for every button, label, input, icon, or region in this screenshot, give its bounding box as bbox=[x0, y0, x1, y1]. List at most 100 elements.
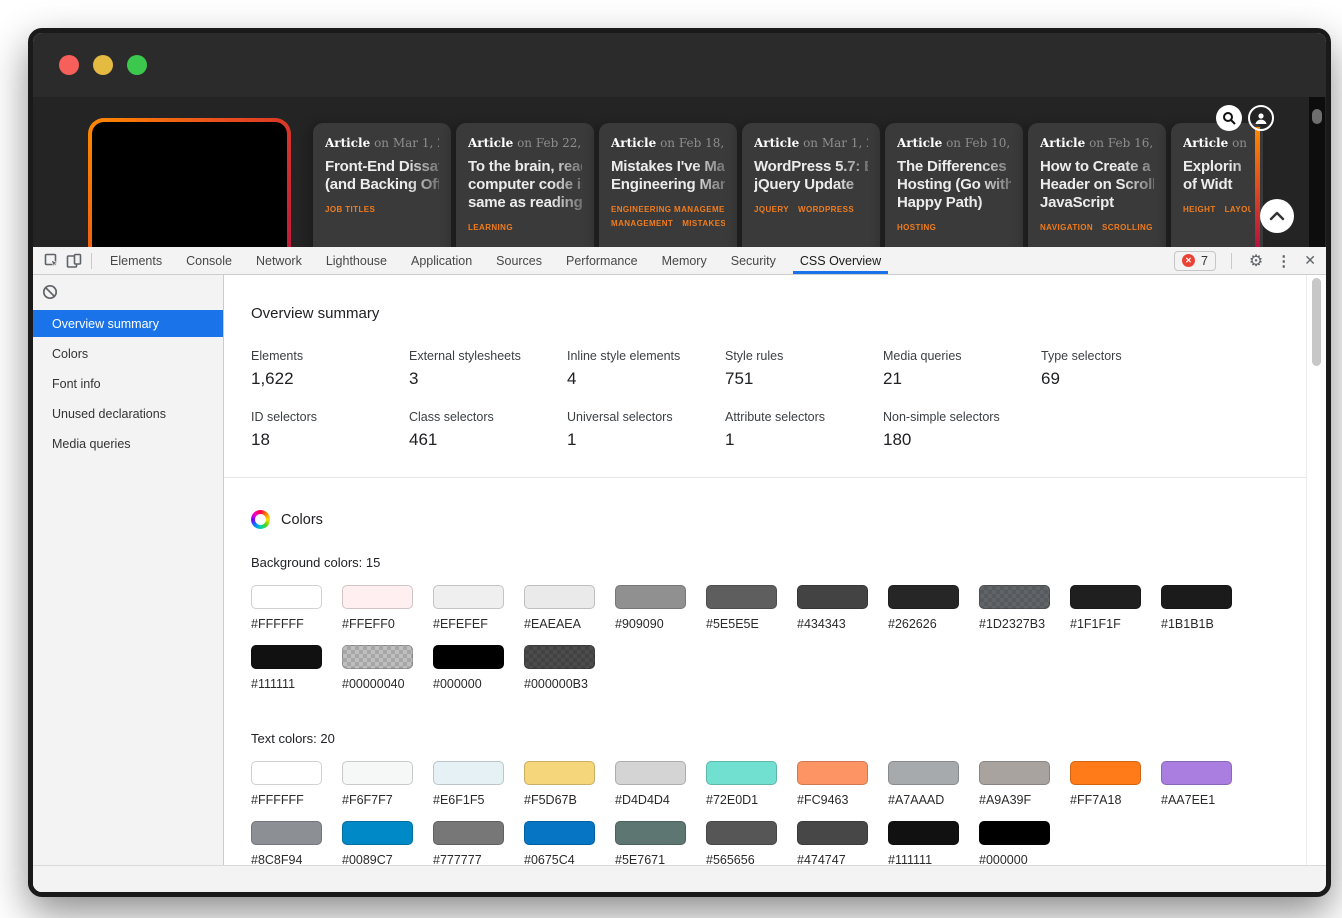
article-card[interactable]: Article on Feb 22, 20 To the brain, read… bbox=[456, 123, 594, 247]
article-tag[interactable]: WORDPRESS bbox=[798, 205, 854, 214]
sidebar-item-overview-summary[interactable]: Overview summary bbox=[33, 310, 223, 337]
settings-button[interactable]: ⚙ bbox=[1247, 251, 1265, 271]
device-toolbar-button[interactable] bbox=[63, 250, 85, 272]
close-window-button[interactable] bbox=[59, 55, 79, 75]
color-swatch[interactable] bbox=[615, 821, 686, 845]
minimize-window-button[interactable] bbox=[93, 55, 113, 75]
color-swatch[interactable] bbox=[706, 585, 777, 609]
article-title[interactable]: To the brain, readcomputer code issame a… bbox=[468, 158, 582, 212]
color-swatch[interactable] bbox=[251, 761, 322, 785]
article-tag[interactable]: ENGINEERING MANAGEMENT bbox=[611, 205, 725, 214]
article-title[interactable]: WordPress 5.7: BijQuery Update bbox=[754, 158, 868, 194]
tab-network[interactable]: Network bbox=[244, 247, 314, 274]
tab-memory[interactable]: Memory bbox=[650, 247, 719, 274]
color-swatch[interactable] bbox=[615, 761, 686, 785]
color-swatch[interactable] bbox=[615, 585, 686, 609]
scroll-top-button[interactable] bbox=[1260, 199, 1294, 233]
color-hex-label: #A7AAAD bbox=[888, 793, 959, 807]
color-swatch[interactable] bbox=[706, 761, 777, 785]
article-tag[interactable]: LEARNING bbox=[468, 223, 513, 232]
color-swatch[interactable] bbox=[979, 821, 1050, 845]
tab-console[interactable]: Console bbox=[174, 247, 244, 274]
color-swatch[interactable] bbox=[251, 821, 322, 845]
color-swatch[interactable] bbox=[1161, 761, 1232, 785]
sidebar-item-font-info[interactable]: Font info bbox=[33, 370, 223, 397]
color-swatch[interactable] bbox=[524, 645, 595, 669]
article-tag[interactable]: HOSTING bbox=[897, 223, 936, 232]
article-card[interactable]: Article on Feb 16, 20 How to Create a SH… bbox=[1028, 123, 1166, 247]
color-swatch[interactable] bbox=[251, 585, 322, 609]
color-swatch[interactable] bbox=[524, 821, 595, 845]
article-title[interactable]: How to Create a SHeader on Scroll VJavaS… bbox=[1040, 158, 1154, 212]
error-badge[interactable]: ✕ 7 bbox=[1174, 251, 1216, 271]
color-swatch[interactable] bbox=[433, 585, 504, 609]
color-swatch[interactable] bbox=[888, 761, 959, 785]
article-title[interactable]: Explorinof Widt bbox=[1183, 158, 1251, 194]
page-scrollbar[interactable] bbox=[1309, 97, 1325, 247]
color-swatch[interactable] bbox=[1070, 761, 1141, 785]
more-options-button[interactable]: ⋮ bbox=[1274, 252, 1293, 270]
article-tag[interactable]: JQUERY bbox=[754, 205, 789, 214]
color-swatch[interactable] bbox=[1070, 585, 1141, 609]
stat-value: 3 bbox=[409, 369, 567, 389]
article-card[interactable]: Article on Feb 18, 20 Mistakes I've MadE… bbox=[599, 123, 737, 247]
color-swatch[interactable] bbox=[433, 645, 504, 669]
color-swatch-item: #000000B3 bbox=[524, 645, 595, 691]
search-button[interactable] bbox=[1216, 105, 1242, 131]
page-scrollbar-thumb[interactable] bbox=[1312, 109, 1322, 124]
inspect-element-button[interactable] bbox=[41, 250, 63, 272]
article-card[interactable]: Article on Mar 1, 202 WordPress 5.7: Bij… bbox=[742, 123, 880, 247]
tab-performance[interactable]: Performance bbox=[554, 247, 650, 274]
article-tag[interactable]: NAVIGATION bbox=[1040, 223, 1093, 232]
color-swatch-item: #1B1B1B bbox=[1161, 585, 1232, 631]
tab-application[interactable]: Application bbox=[399, 247, 484, 274]
fullscreen-window-button[interactable] bbox=[127, 55, 147, 75]
color-swatch[interactable] bbox=[524, 585, 595, 609]
color-swatch[interactable] bbox=[888, 585, 959, 609]
article-title[interactable]: Front-End Dissati(and Backing Off) bbox=[325, 158, 439, 194]
article-tag[interactable]: SCROLLING bbox=[1102, 223, 1153, 232]
tab-lighthouse[interactable]: Lighthouse bbox=[314, 247, 399, 274]
article-title[interactable]: Mistakes I've MadEngineering Mana bbox=[611, 158, 725, 194]
article-tag[interactable]: MANAGEMENT bbox=[611, 219, 673, 228]
account-button[interactable] bbox=[1248, 105, 1274, 131]
article-tags: HOSTING bbox=[897, 223, 1011, 232]
content-scrollbar[interactable] bbox=[1306, 275, 1326, 865]
color-swatch[interactable] bbox=[433, 761, 504, 785]
tab-css-overview[interactable]: CSS Overview bbox=[788, 247, 893, 274]
article-title[interactable]: The Differences inHosting (Go with tHapp… bbox=[897, 158, 1011, 212]
sidebar-item-colors[interactable]: Colors bbox=[33, 340, 223, 367]
tab-security[interactable]: Security bbox=[719, 247, 788, 274]
block-icon bbox=[42, 284, 58, 300]
site-logo[interactable] bbox=[88, 118, 291, 247]
color-swatch[interactable] bbox=[342, 645, 413, 669]
close-devtools-button[interactable]: ✕ bbox=[1302, 252, 1318, 269]
color-swatch[interactable] bbox=[979, 585, 1050, 609]
article-tag[interactable]: LAYOUT bbox=[1225, 205, 1251, 214]
article-card[interactable]: Article on Explorinof Widt HEIGHTLAYOUT bbox=[1171, 123, 1263, 247]
color-swatch[interactable] bbox=[797, 585, 868, 609]
sidebar-item-unused-declarations[interactable]: Unused declarations bbox=[33, 400, 223, 427]
color-swatch[interactable] bbox=[706, 821, 777, 845]
article-tag[interactable]: MISTAKES bbox=[682, 219, 725, 228]
article-card[interactable]: Article on Mar 1, 202 Front-End Dissati(… bbox=[313, 123, 451, 247]
article-tag[interactable]: JOB TITLES bbox=[325, 205, 375, 214]
article-card[interactable]: Article on Feb 10, 20 The Differences in… bbox=[885, 123, 1023, 247]
color-swatch[interactable] bbox=[797, 821, 868, 845]
clear-overview-button[interactable] bbox=[42, 284, 58, 300]
color-swatch[interactable] bbox=[524, 761, 595, 785]
tab-sources[interactable]: Sources bbox=[484, 247, 554, 274]
tab-elements[interactable]: Elements bbox=[98, 247, 174, 274]
color-swatch[interactable] bbox=[251, 645, 322, 669]
color-swatch[interactable] bbox=[342, 585, 413, 609]
color-swatch[interactable] bbox=[342, 761, 413, 785]
color-swatch[interactable] bbox=[1161, 585, 1232, 609]
sidebar-item-media-queries[interactable]: Media queries bbox=[33, 430, 223, 457]
color-swatch[interactable] bbox=[797, 761, 868, 785]
article-tag[interactable]: HEIGHT bbox=[1183, 205, 1216, 214]
color-swatch[interactable] bbox=[979, 761, 1050, 785]
color-swatch[interactable] bbox=[433, 821, 504, 845]
content-scrollbar-thumb[interactable] bbox=[1312, 278, 1321, 366]
color-swatch[interactable] bbox=[342, 821, 413, 845]
color-swatch[interactable] bbox=[888, 821, 959, 845]
